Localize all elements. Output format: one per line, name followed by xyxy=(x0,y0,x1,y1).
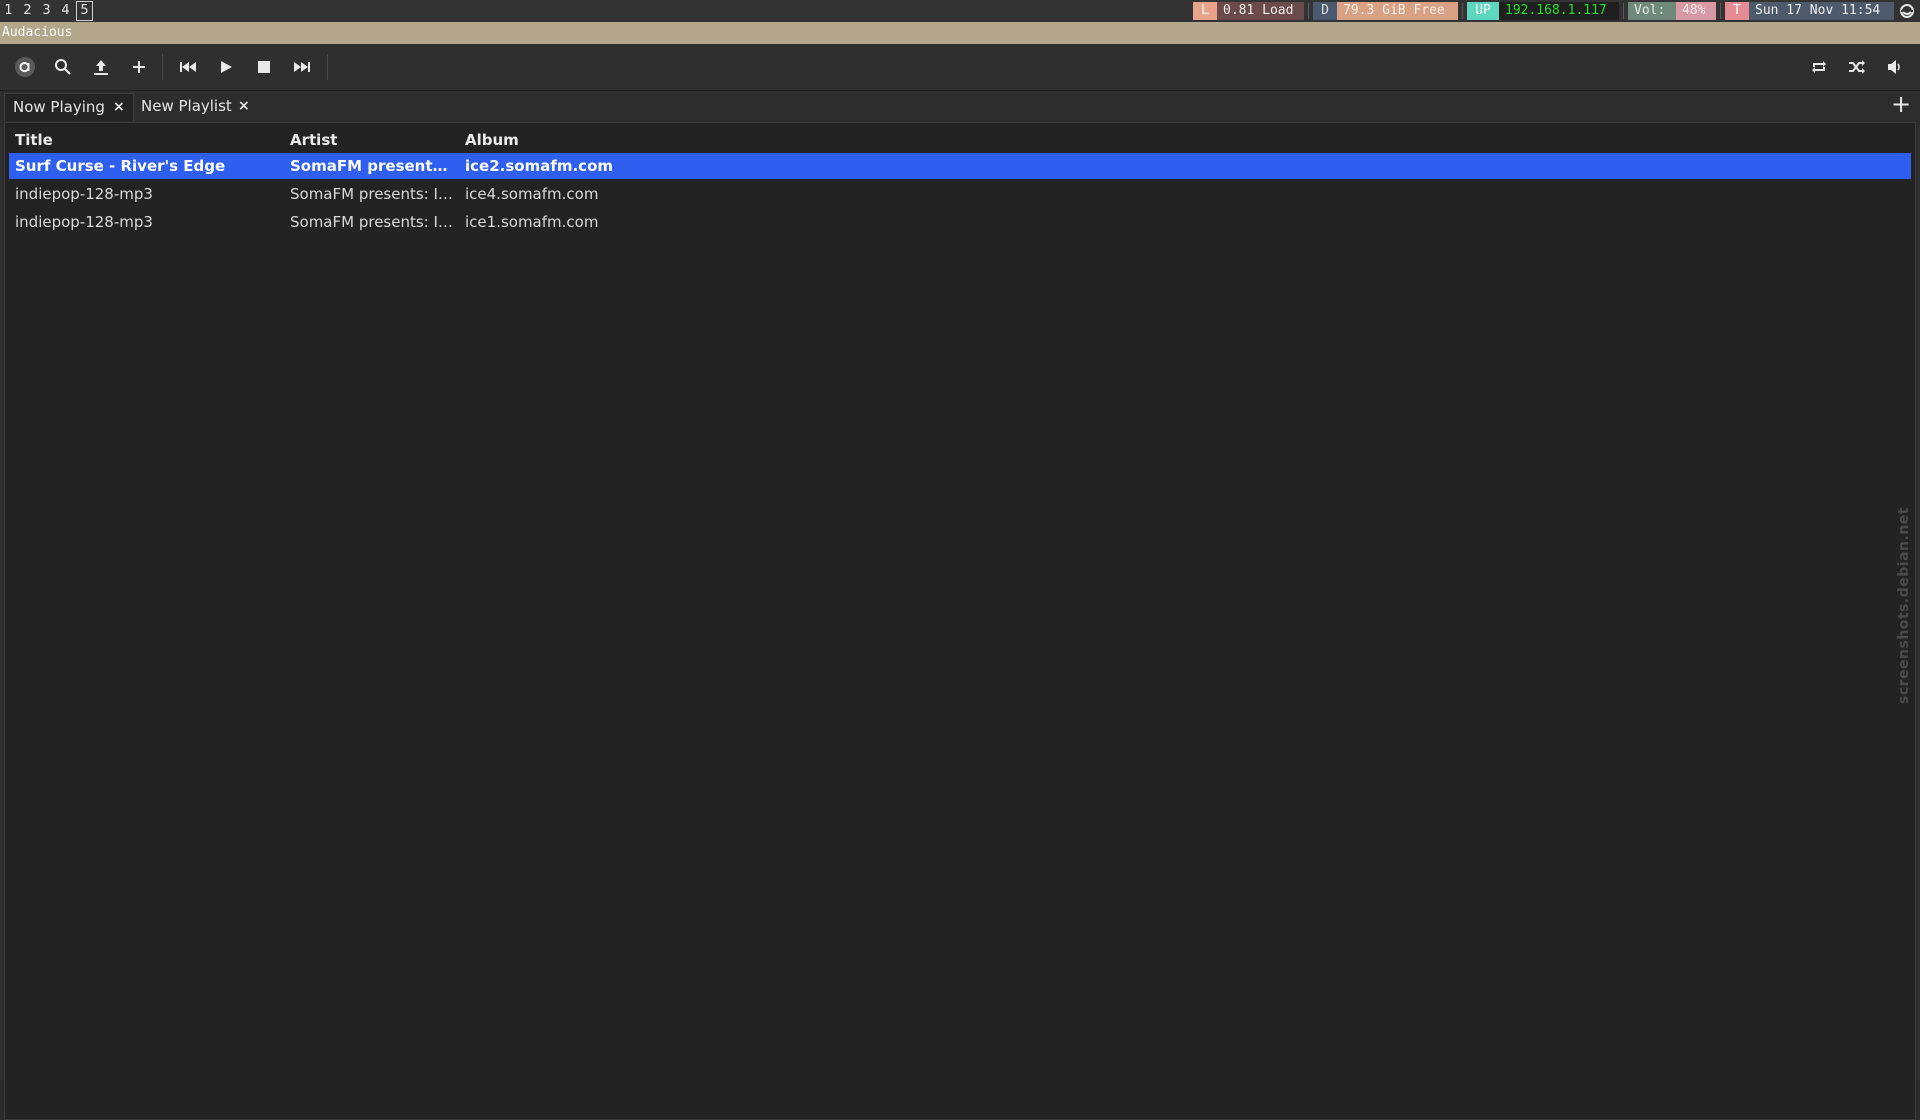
volume-value[interactable]: 48% xyxy=(1676,2,1716,20)
workspace-5[interactable]: 5 xyxy=(76,1,93,21)
workspace-1[interactable]: 1 xyxy=(0,1,17,21)
volume-button[interactable] xyxy=(1880,52,1910,82)
search-button[interactable] xyxy=(48,52,78,82)
close-icon[interactable]: × xyxy=(113,94,125,120)
network-tag: UP xyxy=(1467,2,1499,20)
column-header-artist[interactable]: Artist xyxy=(290,131,337,149)
load-tag: L xyxy=(1193,2,1217,20)
network-ip: 192.168.1.117 xyxy=(1499,2,1619,20)
workspace-3[interactable]: 3 xyxy=(38,1,55,21)
next-button[interactable] xyxy=(287,52,317,82)
row-artist: SomaFM presents: I… xyxy=(290,185,453,203)
disk-value: 79.3 GiB Free xyxy=(1337,2,1458,20)
row-album: ice4.somafm.com xyxy=(465,185,599,203)
play-icon xyxy=(221,61,232,73)
skip-forward-icon xyxy=(294,62,310,72)
add-playlist-button[interactable]: + xyxy=(1890,92,1912,116)
toolbar xyxy=(0,44,1920,91)
time-tag: T xyxy=(1725,2,1749,20)
load-value: 0.81 Load xyxy=(1217,2,1304,20)
tab-label: New Playlist xyxy=(141,97,232,115)
window-title: Audacious xyxy=(0,22,1920,44)
row-artist: SomaFM present… xyxy=(290,157,448,175)
close-icon[interactable]: × xyxy=(238,93,250,119)
playlist-row[interactable]: indiepop-128-mp3 SomaFM presents: I… ice… xyxy=(9,209,1911,235)
workspace-4[interactable]: 4 xyxy=(57,1,74,21)
speaker-icon xyxy=(1888,60,1900,74)
play-button[interactable] xyxy=(211,52,241,82)
row-album: ice2.somafm.com xyxy=(465,157,614,175)
audacious-logo-icon xyxy=(15,57,35,77)
playlist-row[interactable]: indiepop-128-mp3 SomaFM presents: I… ice… xyxy=(9,181,1911,207)
disk-tag: D xyxy=(1313,2,1337,20)
row-title: indiepop-128-mp3 xyxy=(15,213,153,231)
previous-button[interactable] xyxy=(173,52,203,82)
playlist-tabs: Now Playing × New Playlist × + xyxy=(0,91,1920,121)
row-title: indiepop-128-mp3 xyxy=(15,185,153,203)
row-artist: SomaFM presents: I… xyxy=(290,213,453,231)
clock: Sun 17 Nov 11:54 xyxy=(1749,2,1894,20)
repeat-button[interactable] xyxy=(1804,52,1834,82)
stop-button[interactable] xyxy=(249,52,279,82)
stop-icon xyxy=(258,61,270,73)
row-title: Surf Curse - River's Edge xyxy=(15,157,226,175)
tray-app-icon[interactable] xyxy=(1898,3,1916,19)
app-menu-button[interactable] xyxy=(10,52,40,82)
plus-icon xyxy=(133,61,145,73)
volume-tag: Vol: xyxy=(1628,2,1676,20)
tab-new-playlist[interactable]: New Playlist × xyxy=(133,93,263,121)
skip-back-icon xyxy=(180,62,196,72)
column-header-title[interactable]: Title xyxy=(15,131,53,149)
status-bar: 1 2 3 4 5 L 0.81 Load D 79.3 GiB Free UP… xyxy=(0,0,1920,22)
playlist-row[interactable]: Surf Curse - River's Edge SomaFM present… xyxy=(9,153,1911,179)
shuffle-button[interactable] xyxy=(1842,52,1872,82)
tab-label: Now Playing xyxy=(13,98,105,116)
tab-now-playing[interactable]: Now Playing × xyxy=(4,93,134,121)
watermark: screenshots.debian.net xyxy=(1896,507,1912,704)
playlist-view: Title Artist Album Surf Curse - River's … xyxy=(4,122,1916,1120)
shuffle-icon xyxy=(1849,60,1865,74)
upload-icon xyxy=(94,60,108,75)
repeat-icon xyxy=(1812,61,1826,73)
row-album: ice1.somafm.com xyxy=(465,213,599,231)
column-header-album[interactable]: Album xyxy=(465,131,519,149)
workspace-2[interactable]: 2 xyxy=(19,1,36,21)
search-icon xyxy=(55,59,71,75)
audacious-window: Now Playing × New Playlist × + Title Art… xyxy=(0,44,1920,1120)
add-files-button[interactable] xyxy=(124,52,154,82)
open-files-button[interactable] xyxy=(86,52,116,82)
